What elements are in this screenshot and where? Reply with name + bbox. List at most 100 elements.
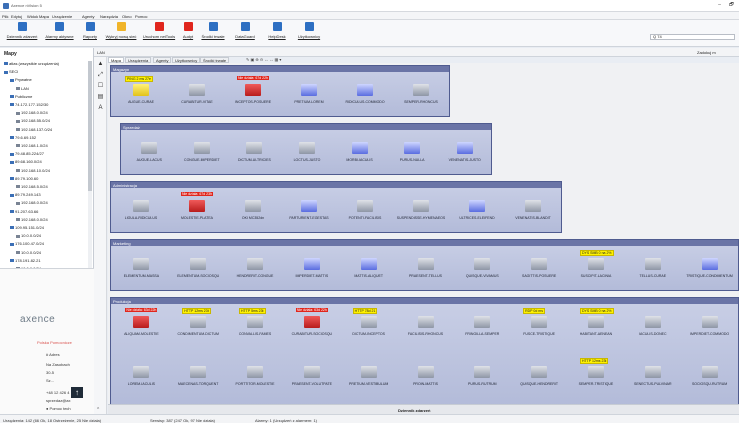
tree-item[interactable]: 178.191.82.21 bbox=[10, 258, 41, 263]
device-node[interactable]: TELLUS-CURAE bbox=[623, 248, 683, 282]
device-node[interactable]: MAECENAS-TORQUENT bbox=[168, 356, 228, 390]
toolbar-button[interactable]: Raporty bbox=[78, 22, 102, 44]
toolbar-button[interactable]: Alarmy aktywne bbox=[42, 22, 77, 44]
device-group[interactable]: Produkcja ALIQUAM-MOLESTIE Nie działa: 63d… bbox=[110, 297, 739, 404]
tree-item[interactable]: 109.95.151.0/24 bbox=[10, 225, 44, 230]
menu-item[interactable]: Plik bbox=[2, 14, 8, 19]
device-node[interactable]: CONDIMENTUM-DICTUM HTTP 12ms 23t bbox=[168, 306, 228, 340]
device-node[interactable]: INCEPTOS-POSUERE Nie działa: 67d 22h bbox=[223, 74, 283, 108]
menu-item[interactable]: Pomoc bbox=[135, 14, 147, 19]
tree-item[interactable]: 192.168.1.0/24 bbox=[16, 143, 48, 148]
menu-item[interactable]: Okno bbox=[122, 14, 132, 19]
toolbar-button[interactable]: Audyt bbox=[178, 22, 198, 44]
menu-item[interactable]: Mapa bbox=[39, 14, 49, 19]
device-node[interactable]: MOLESTIE-PLATEA Nie działa: 67d 23h bbox=[167, 190, 227, 224]
tree-item[interactable]: 79.48.85.224/27 bbox=[10, 151, 44, 156]
toolbar-button[interactable]: Wykryj nową sieć bbox=[104, 22, 138, 44]
device-node[interactable]: DICTUM-ULTRICIES bbox=[224, 132, 284, 166]
device-node[interactable]: QUISQUE-VIVAMUS bbox=[452, 248, 512, 282]
toolbar-button[interactable]: HelpDesk bbox=[262, 22, 292, 44]
tree-item[interactable]: 176.100.47.0/24 bbox=[10, 241, 44, 246]
device-node[interactable]: PRAESENT-TELLUS bbox=[396, 248, 456, 282]
device-node[interactable]: FUSCE-TRISTIQUE RDP 0d ms bbox=[509, 306, 569, 340]
device-node[interactable]: ULTRICES-ELEIFEND bbox=[447, 190, 507, 224]
device-node[interactable]: CURABITUR-VITAE bbox=[167, 74, 227, 108]
tree-item[interactable]: 192.168.0.0/24 bbox=[16, 110, 48, 115]
toolbar-button[interactable]: Użytkownicy bbox=[294, 22, 324, 44]
device-node[interactable]: SEMPER-TRISTIQUE HTTP 12ms 23t bbox=[566, 356, 626, 390]
device-node[interactable]: FACILISIS-RHONCUS bbox=[396, 306, 456, 340]
device-node[interactable]: VENENATIS-JUSTO bbox=[435, 132, 495, 166]
device-group[interactable]: Sprzedaż AUGUE-LACUS CONGUE-IMPERDIET DICTU… bbox=[120, 123, 492, 175]
device-node[interactable]: SAGITTIS-POSUERE bbox=[509, 248, 569, 282]
device-node[interactable]: LOREM-IACULIS bbox=[111, 356, 171, 390]
tree-item[interactable]: 79.6.69.152 bbox=[10, 135, 36, 140]
device-node[interactable]: SEMPER-RHONCUS bbox=[391, 74, 451, 108]
device-node[interactable]: IACULIS-DONEC bbox=[623, 306, 683, 340]
collapse-icon[interactable]: ⌃ bbox=[96, 407, 100, 413]
menu-item[interactable]: Agenty bbox=[82, 14, 94, 19]
tree-item[interactable]: 89.79.100.60 bbox=[10, 176, 38, 181]
toolbar-button[interactable]: Dziennik zdarzeń bbox=[2, 22, 42, 44]
device-node[interactable]: QUISQUE-HENDRERIT bbox=[509, 356, 569, 390]
device-node[interactable]: ELEMENTUM-MASSA bbox=[111, 248, 171, 282]
device-node[interactable]: LIGULA-RIDICULUS bbox=[111, 190, 171, 224]
map-tool-button[interactable]: ▲ bbox=[97, 61, 104, 68]
tree-item[interactable]: Prywatne bbox=[10, 77, 32, 82]
map-tool-button[interactable]: ☐ bbox=[97, 83, 104, 90]
device-node[interactable]: CONVALLIS-FAMES HTTP 5ms 23t bbox=[225, 306, 285, 340]
device-node[interactable]: DICTUM-INCEPTOS HTTP 78d 21 bbox=[339, 306, 399, 340]
device-node[interactable]: OKI MC352dn bbox=[223, 190, 283, 224]
dock-link[interactable]: Zadokuj m bbox=[697, 50, 716, 55]
map-tool-button[interactable]: ⤢ bbox=[97, 72, 104, 79]
toolbar-button[interactable]: Uruchom netTools bbox=[140, 22, 178, 44]
device-node[interactable]: PRETIUM-LOREM bbox=[279, 74, 339, 108]
tree-item[interactable]: 192.168.5.0/24 bbox=[16, 184, 48, 189]
device-node[interactable]: MORBI-IACULIS bbox=[330, 132, 390, 166]
toolbar-button[interactable]: DataGuard bbox=[230, 22, 260, 44]
restore-button[interactable]: 🗗 bbox=[728, 2, 735, 9]
device-node[interactable]: HABITANT-AENEAN DYS SMB 0 na 2% bbox=[566, 306, 626, 340]
device-group[interactable]: Magazyn AUGUE-CURAE PING 2 ms 27e CURABITUR… bbox=[110, 65, 450, 117]
device-node[interactable]: SUSPENDISSE-HYMENAEOS bbox=[391, 190, 451, 224]
menu-item[interactable]: Urządzenie bbox=[52, 14, 72, 19]
device-group[interactable]: Administracja LIGULA-RIDICULUS MOLESTIE-PL… bbox=[110, 181, 562, 233]
device-node[interactable]: CURABITUR-SOCIOSQU Nie działa: 63d 22h bbox=[282, 306, 342, 340]
device-node[interactable]: PURUS-NULLA bbox=[382, 132, 442, 166]
tree-item[interactable]: 192.168.0.0/24 bbox=[16, 217, 48, 222]
device-node[interactable]: AUGUE-LACUS bbox=[119, 132, 179, 166]
device-node[interactable]: FRINGILLA-SEMPER bbox=[452, 306, 512, 340]
device-node[interactable]: VENENATIS-BLANDIT bbox=[503, 190, 563, 224]
menu-item[interactable]: Narzędzia bbox=[100, 14, 118, 19]
search-input[interactable]: Q 74 bbox=[650, 34, 735, 40]
menu-item[interactable]: Widok bbox=[27, 14, 38, 19]
tree-item[interactable]: 91.207.63.66 bbox=[10, 209, 38, 214]
menu-item[interactable]: Edytuj bbox=[11, 14, 22, 19]
tree-item[interactable]: 89.79.249.143 bbox=[10, 192, 41, 197]
zoom-tools[interactable]: ✎ ▣ ⊕ ⊖ ↔ ↔ ▦ ▾ bbox=[246, 57, 281, 62]
device-node[interactable]: SOCIOSQU-RUTRUM bbox=[680, 356, 739, 390]
device-node[interactable]: HENDRERIT-CONGUE bbox=[225, 248, 285, 282]
device-group[interactable]: Marketing ELEMENTUM-MASSA ELEMENTUM-SOCIOS… bbox=[110, 239, 739, 291]
toolbar-button[interactable]: Środki trwałe bbox=[198, 22, 228, 44]
map-tool-button[interactable]: A bbox=[97, 105, 104, 112]
tree-item[interactable]: LAN bbox=[16, 86, 29, 91]
device-node[interactable]: SUSCIPIT-LACINIA DYS SMB 0 na 2% bbox=[566, 248, 626, 282]
device-node[interactable]: LOCTUS-JUSTO bbox=[277, 132, 337, 166]
device-node[interactable]: TRISTIQUE-CONDIMENTUM bbox=[680, 248, 739, 282]
tree-item[interactable]: 192.168.10.0/24 bbox=[16, 168, 50, 173]
tree-item[interactable]: atlas (wszystkie urządzenia) bbox=[4, 61, 59, 66]
device-node[interactable]: PROIN-MATTIS bbox=[396, 356, 456, 390]
tree-item[interactable]: Publiczne bbox=[10, 94, 32, 99]
device-node[interactable]: PURUS-RUTRUM bbox=[452, 356, 512, 390]
tree-item[interactable]: 89.68.160.0/24 bbox=[10, 159, 42, 164]
minimize-button[interactable]: – bbox=[716, 2, 723, 9]
device-node[interactable]: IMPERDIET-COMMODO bbox=[680, 306, 739, 340]
device-node[interactable]: ALIQUAM-MOLESTIE Nie działa: 63d 22h bbox=[111, 306, 171, 340]
tree-item[interactable]: 192.168.55.0/24 bbox=[16, 118, 50, 123]
device-node[interactable]: MATTIS-ALIQUET bbox=[339, 248, 399, 282]
scroll-up-button[interactable]: ↑ bbox=[71, 387, 83, 398]
device-node[interactable]: POTENTI-FACILISIS bbox=[335, 190, 395, 224]
device-node[interactable]: PRAESENT-VOLUTPATE bbox=[282, 356, 342, 390]
device-node[interactable]: SENECTUS-PULVINAR bbox=[623, 356, 683, 390]
